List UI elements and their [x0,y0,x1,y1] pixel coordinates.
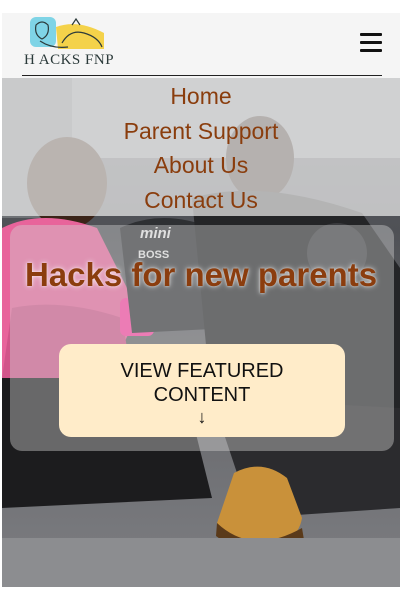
hamburger-menu-icon[interactable] [360,33,382,53]
logo[interactable]: H ACKS FNP [24,15,116,69]
view-featured-content-button[interactable]: VIEW FEATURED CONTENT ↓ [59,344,345,437]
nav-item-home[interactable]: Home [2,81,400,111]
main-nav: Home Parent Support About Us Contact Us [2,78,400,216]
family-logo-icon [30,17,104,49]
arrow-down-icon: ↓ [197,407,207,427]
nav-item-parent-support[interactable]: Parent Support [2,116,400,146]
hero-headline: Hacks for new parents [2,255,400,295]
logo-text: H ACKS FNP [24,52,115,68]
nav-item-contact-us[interactable]: Contact Us [2,185,400,215]
hero-headline-text: Hacks for new parents [24,256,378,293]
site-header: H ACKS FNP [2,13,400,78]
floor [2,538,400,587]
nav-item-about-us[interactable]: About Us [2,150,400,180]
header-divider [22,75,382,76]
cta-label: VIEW FEATURED CONTENT [120,360,284,406]
page: mini BOSS H ACKS FNP Home Parent Support… [2,13,400,587]
